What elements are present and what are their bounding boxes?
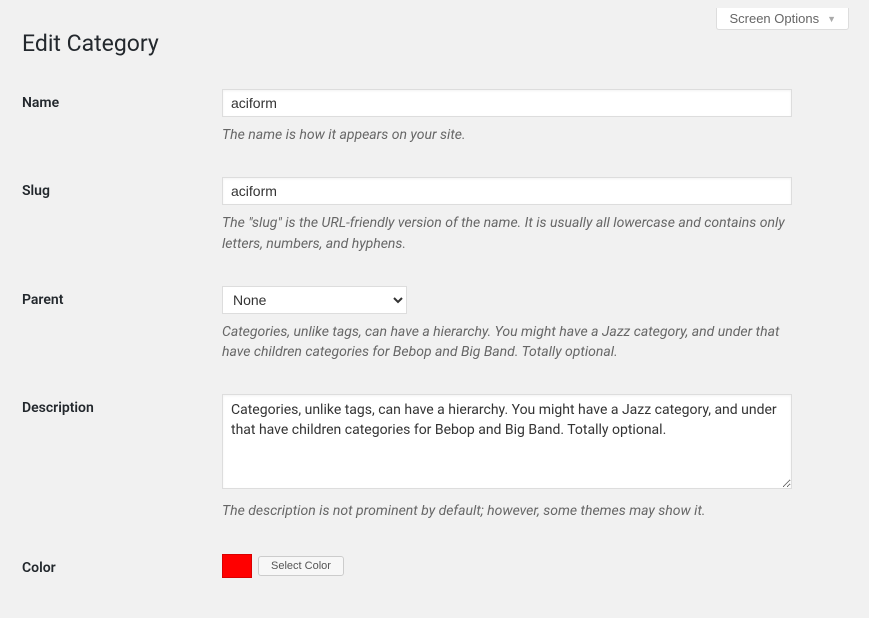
page-title: Edit Category (22, 30, 847, 57)
name-input[interactable] (222, 89, 792, 117)
screen-options-button[interactable]: Screen Options ▼ (716, 8, 849, 30)
slug-description: The "slug" is the URL-friendly version o… (222, 213, 792, 254)
color-label: Color (22, 542, 222, 598)
description-help: The description is not prominent by defa… (222, 501, 792, 521)
screen-options-label: Screen Options (729, 11, 819, 26)
slug-label: Slug (22, 165, 222, 274)
parent-description: Categories, unlike tags, can have a hier… (222, 322, 792, 363)
chevron-down-icon: ▼ (827, 14, 836, 24)
description-textarea[interactable] (222, 394, 792, 489)
parent-label: Parent (22, 274, 222, 383)
description-label: Description (22, 382, 222, 541)
name-label: Name (22, 77, 222, 165)
name-description: The name is how it appears on your site. (222, 125, 792, 145)
parent-select[interactable]: None (222, 286, 407, 314)
color-swatch[interactable] (222, 554, 252, 578)
select-color-button[interactable]: Select Color (258, 556, 344, 576)
slug-input[interactable] (222, 177, 792, 205)
